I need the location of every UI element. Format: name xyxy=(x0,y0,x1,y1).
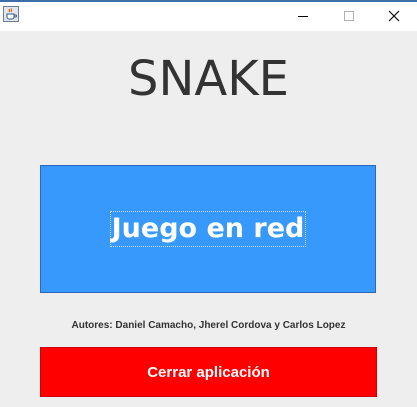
close-application-label: Cerrar aplicación xyxy=(147,363,270,381)
window-close-button[interactable] xyxy=(371,2,417,31)
minimize-button[interactable] xyxy=(280,2,326,31)
close-icon xyxy=(388,7,400,26)
maximize-button[interactable] xyxy=(326,2,372,31)
title-bar[interactable] xyxy=(0,0,417,31)
minimize-icon xyxy=(297,7,309,26)
game-title: SNAKE xyxy=(127,51,289,107)
network-game-label: Juego en red xyxy=(109,211,307,247)
authors-label: Autores: Daniel Camacho, Jherel Cordova … xyxy=(71,320,346,331)
app-window: SNAKE Juego en red Autores: Daniel Camac… xyxy=(0,0,417,407)
close-application-button[interactable]: Cerrar aplicación xyxy=(40,347,377,397)
network-game-button[interactable]: Juego en red xyxy=(40,165,376,293)
maximize-icon xyxy=(343,7,355,26)
main-panel: SNAKE Juego en red Autores: Daniel Camac… xyxy=(0,31,417,407)
java-cup-icon[interactable] xyxy=(3,6,19,22)
